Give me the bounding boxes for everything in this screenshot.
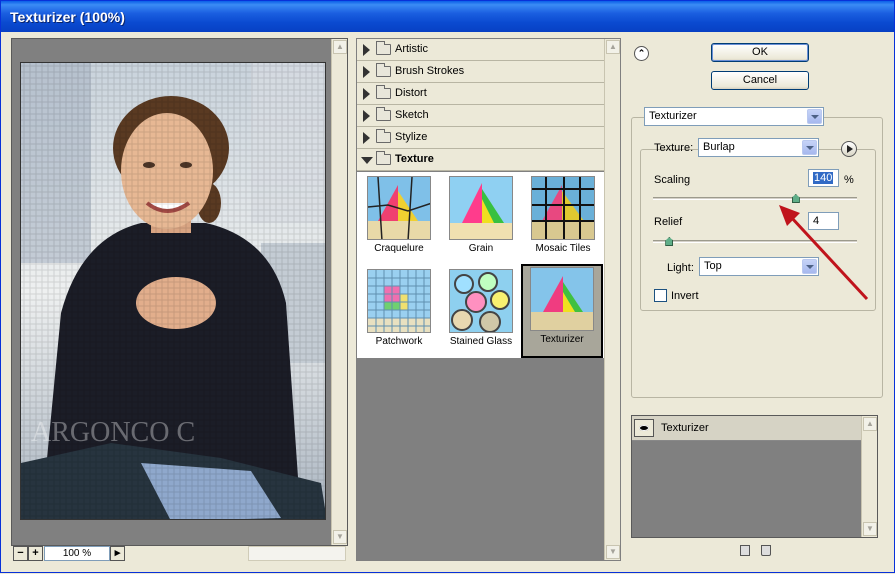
invert-checkbox[interactable]: [654, 289, 667, 302]
preview-image[interactable]: ARGONCO C: [20, 62, 326, 520]
texture-select[interactable]: Burlap: [698, 138, 819, 157]
thumb-label: Grain: [468, 243, 494, 254]
grain-thumbnail: [449, 176, 513, 240]
category-label: Texture: [395, 153, 434, 165]
folder-icon: [376, 107, 391, 121]
effect-layer-row[interactable]: Texturizer: [632, 416, 862, 441]
chevron-down-icon: [802, 140, 817, 155]
filter-thumb-stained-glass[interactable]: Stained Glass: [441, 266, 521, 358]
chevron-down-icon: [802, 259, 817, 274]
scroll-up-arrow-icon[interactable]: ▲: [606, 40, 620, 54]
relief-slider[interactable]: [653, 240, 857, 243]
filter-gallery: Artistic Brush Strokes Distort Sketch St…: [356, 38, 621, 561]
thumb-label: Stained Glass: [449, 336, 513, 347]
window-title: Texturizer (100%): [10, 9, 125, 25]
thumb-label: Mosaic Tiles: [535, 243, 591, 254]
zoom-out-button[interactable]: −: [13, 546, 28, 561]
category-label: Stylize: [395, 131, 428, 143]
scaling-unit: %: [844, 174, 854, 186]
preview-vertical-scrollbar[interactable]: ▲ ▼: [331, 39, 347, 545]
thumb-label: Texturizer: [540, 334, 584, 345]
thumb-label: Craquelure: [374, 243, 424, 254]
layers-vertical-scrollbar[interactable]: ▲ ▼: [861, 416, 877, 537]
eye-icon[interactable]: [634, 419, 654, 437]
category-label: Brush Strokes: [395, 65, 465, 77]
collapse-arrow-icon: [361, 157, 373, 164]
delete-effect-layer-icon[interactable]: [761, 545, 771, 556]
preview-horizontal-scrollbar[interactable]: [248, 546, 346, 561]
texturizer-thumbnail: [530, 267, 594, 331]
zoom-in-button[interactable]: +: [28, 546, 43, 561]
category-label: Artistic: [395, 43, 428, 55]
scaling-value: 140: [813, 172, 834, 184]
category-distort[interactable]: Distort: [357, 83, 605, 105]
zoom-level-field[interactable]: 100 %: [44, 546, 110, 561]
watermark-text: ARGONCO C: [31, 417, 195, 448]
craquelure-thumbnail: [367, 176, 431, 240]
folder-icon: [376, 63, 391, 77]
filter-thumb-grain[interactable]: Grain: [441, 173, 521, 265]
expand-arrow-icon: [363, 132, 370, 144]
light-select-value: Top: [704, 260, 722, 272]
scaling-slider[interactable]: [653, 197, 857, 200]
filter-thumb-texturizer[interactable]: Texturizer: [521, 264, 603, 358]
light-label: Light:: [667, 262, 694, 274]
folder-icon: [376, 129, 391, 143]
filter-select-value: Texturizer: [649, 110, 697, 122]
scroll-up-arrow-icon[interactable]: ▲: [333, 40, 347, 54]
category-sketch[interactable]: Sketch: [357, 105, 605, 127]
texture-thumbnails: Craquelure Grain Mosaic Tiles Patchwork: [357, 172, 605, 358]
relief-value: 4: [813, 215, 820, 227]
texture-menu-arrow-icon[interactable]: [841, 141, 857, 157]
light-select[interactable]: Top: [699, 257, 819, 276]
preview-photo: ARGONCO C: [21, 63, 325, 519]
scroll-down-arrow-icon[interactable]: ▼: [606, 545, 620, 559]
expand-arrow-icon: [363, 66, 370, 78]
expand-arrow-icon: [363, 44, 370, 56]
cancel-button[interactable]: Cancel: [711, 71, 809, 90]
effect-layers-panel: Texturizer ▲ ▼: [631, 415, 878, 538]
category-artistic[interactable]: Artistic: [357, 39, 605, 61]
category-label: Distort: [395, 87, 427, 99]
zoom-menu-arrow-icon[interactable]: ▸: [110, 546, 125, 561]
title-bar: Texturizer (100%): [1, 1, 894, 32]
folder-icon: [376, 85, 391, 99]
stained-glass-thumbnail: [449, 269, 513, 333]
ok-button[interactable]: OK: [711, 43, 809, 62]
zoom-bar: − + 100 % ▸: [11, 546, 348, 562]
scroll-down-arrow-icon[interactable]: ▼: [333, 530, 347, 544]
invert-label[interactable]: Invert: [671, 290, 699, 302]
relief-input[interactable]: 4: [808, 212, 839, 230]
filter-thumb-mosaic-tiles[interactable]: Mosaic Tiles: [523, 173, 603, 265]
filter-thumb-patchwork[interactable]: Patchwork: [359, 266, 439, 358]
expand-arrow-icon: [363, 110, 370, 122]
filter-dialog: Texturizer (100%) ARGONCO C ▲ ▼ − + 100 …: [0, 0, 895, 573]
filter-select[interactable]: Texturizer: [644, 107, 824, 126]
filter-thumb-craquelure[interactable]: Craquelure: [359, 173, 439, 265]
chevron-down-icon: [807, 109, 822, 124]
filters-vertical-scrollbar[interactable]: ▲ ▼: [604, 39, 620, 560]
thumb-label: Patchwork: [375, 336, 423, 347]
scaling-input[interactable]: 140: [808, 169, 839, 187]
category-stylize[interactable]: Stylize: [357, 127, 605, 149]
folder-icon: [376, 41, 391, 55]
preview-pane[interactable]: ARGONCO C ▲ ▼: [11, 38, 348, 546]
texture-select-value: Burlap: [703, 141, 735, 153]
effect-layer-name: Texturizer: [661, 422, 709, 434]
collapse-gallery-button[interactable]: ⌃: [634, 46, 649, 61]
category-texture[interactable]: Texture: [357, 149, 605, 171]
category-label: Sketch: [395, 109, 429, 121]
scaling-label: Scaling: [654, 174, 691, 186]
category-brush-strokes[interactable]: Brush Strokes: [357, 61, 605, 83]
patchwork-thumbnail: [367, 269, 431, 333]
scroll-up-arrow-icon[interactable]: ▲: [863, 417, 877, 431]
relief-label: Relief: [654, 216, 683, 228]
scroll-down-arrow-icon[interactable]: ▼: [863, 522, 877, 536]
mosaic-tiles-thumbnail: [531, 176, 595, 240]
expand-arrow-icon: [363, 88, 370, 100]
texture-label: Texture:: [654, 142, 694, 154]
new-effect-layer-icon[interactable]: [740, 545, 750, 556]
open-folder-icon: [376, 151, 391, 165]
